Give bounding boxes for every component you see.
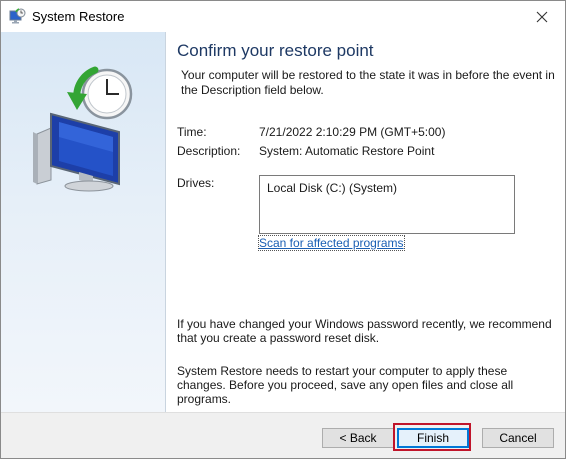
button-bar: < Back Finish Cancel	[1, 412, 565, 458]
description-value: System: Automatic Restore Point	[259, 144, 435, 158]
system-restore-icon	[9, 8, 26, 24]
title-bar[interactable]: System Restore	[1, 1, 565, 32]
restart-note: System Restore needs to restart your com…	[177, 364, 514, 406]
list-item[interactable]: Local Disk (C:) (System)	[267, 181, 397, 195]
drives-label: Drives:	[177, 176, 215, 190]
back-button[interactable]: < Back	[322, 428, 394, 448]
time-value: 7/21/2022 2:10:29 PM (GMT+5:00)	[259, 125, 446, 139]
time-label: Time:	[177, 125, 207, 139]
drives-list[interactable]: Local Disk (C:) (System)	[259, 175, 515, 234]
scan-affected-programs-link[interactable]: Scan for affected programs	[258, 235, 405, 251]
sidebar-panel	[1, 32, 166, 412]
window-title: System Restore	[32, 9, 125, 24]
restore-illustration-icon	[33, 66, 133, 192]
close-button[interactable]	[519, 1, 565, 32]
intro-text: Your computer will be restored to the st…	[181, 68, 555, 97]
password-reset-note: If you have changed your Windows passwor…	[177, 317, 552, 345]
content-panel: Confirm your restore point Your computer…	[166, 32, 565, 412]
description-label: Description:	[177, 144, 241, 158]
cancel-button[interactable]: Cancel	[482, 428, 554, 448]
page-title: Confirm your restore point	[177, 41, 374, 60]
close-icon	[536, 11, 548, 22]
finish-button[interactable]: Finish	[397, 428, 469, 448]
system-restore-window: System Restore Confirm your restore poin…	[0, 0, 566, 459]
